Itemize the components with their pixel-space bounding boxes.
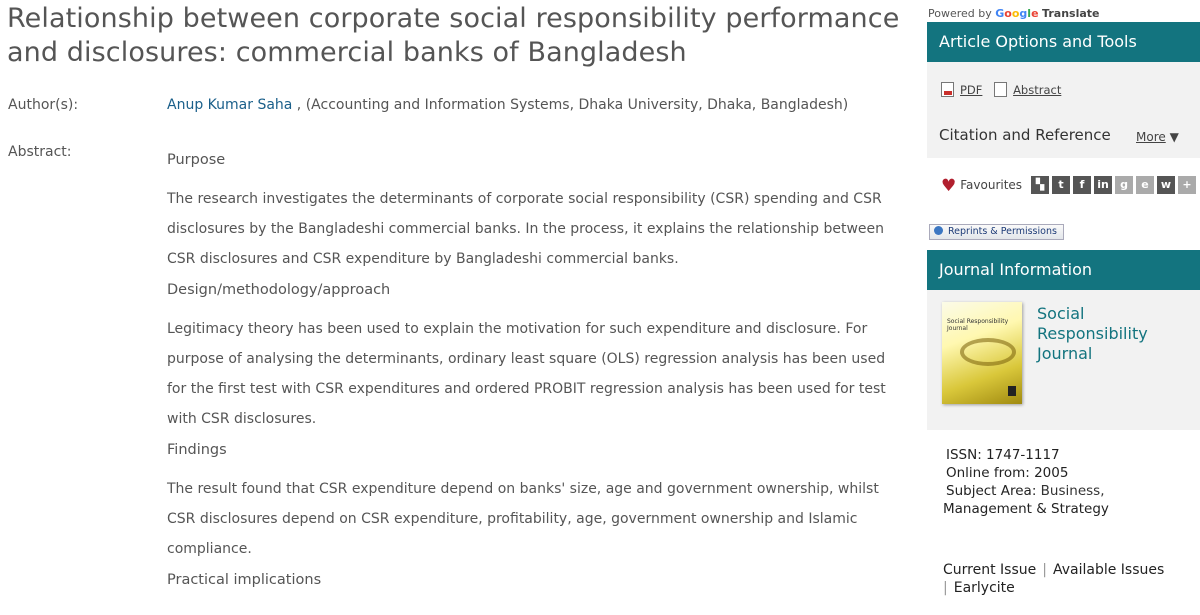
abstract-label: Abstract: — [8, 144, 72, 160]
cover-ring — [960, 338, 1016, 366]
subject-area-label: Subject Area: — [946, 483, 1037, 499]
twitter-icon[interactable]: t — [1052, 176, 1070, 194]
more-dropdown[interactable]: More ▼ — [1136, 130, 1179, 144]
abstract-link-label: Abstract — [1013, 83, 1062, 97]
google-logo: Google — [995, 7, 1039, 20]
favourites-label: Favourites — [960, 178, 1023, 192]
issn: ISSN: 1747-1117 — [946, 447, 1060, 463]
pdf-label: PDF — [960, 83, 983, 97]
document-icon — [994, 82, 1008, 97]
share-icons: ▚ t f in g e w + — [1031, 176, 1196, 194]
article-options-links: PDF Abstract — [941, 82, 1069, 97]
subject-area-value-2: Management & Strategy — [943, 501, 1109, 517]
abstract-link[interactable]: Abstract — [994, 82, 1062, 97]
linkedin-icon[interactable]: in — [1094, 176, 1112, 194]
cover-logo — [1008, 386, 1016, 396]
journal-name-link[interactable]: Social Responsibility Journal — [1037, 304, 1200, 364]
implications-heading: Practical implications — [167, 572, 322, 588]
subject-area: Subject Area: Business, — [946, 482, 1109, 500]
purpose-heading: Purpose — [167, 152, 226, 168]
article-title: Relationship between corporate social re… — [7, 3, 900, 68]
findings-text: The result found that CSR expenditure de… — [167, 481, 879, 557]
more-label[interactable]: More — [1136, 130, 1166, 144]
authors-line: Anup Kumar Saha , (Accounting and Inform… — [167, 97, 848, 113]
current-issue-link[interactable]: Current Issue — [943, 562, 1036, 578]
heart-icon: ♥ — [941, 176, 957, 196]
evernote-icon[interactable]: e — [1136, 176, 1154, 194]
journal-details: ISSN: 1747-1117 Online from: 2005 Subjec… — [943, 446, 1109, 518]
facebook-icon[interactable]: f — [1073, 176, 1091, 194]
powered-by-label: Powered by — [928, 7, 992, 20]
findings-heading: Findings — [167, 442, 227, 458]
purpose-text: The research investigates the determinan… — [167, 191, 885, 267]
journal-info-header: Journal Information — [927, 250, 1200, 290]
reprints-icon — [934, 226, 943, 235]
online-from: Online from: 2005 — [946, 465, 1069, 481]
pdf-link[interactable]: PDF — [941, 82, 983, 97]
caret-down-icon: ▼ — [1169, 130, 1179, 144]
cover-title: Social Responsibility Journal — [947, 318, 1009, 332]
journal-cover-image[interactable]: Social Responsibility Journal — [942, 302, 1022, 404]
article-options-header: Article Options and Tools — [927, 22, 1200, 62]
google-translate-widget[interactable]: Powered by Google Translate — [928, 7, 1099, 20]
subject-area-value: Business, — [1040, 483, 1105, 499]
issue-links: Current Issue | Available Issues | Earlycit… — [943, 561, 1164, 597]
favourites-button[interactable]: ♥ Favourites — [941, 176, 1022, 196]
weibo-icon[interactable]: w — [1157, 176, 1175, 194]
reprints-label: Reprints & Permissions — [948, 226, 1057, 237]
available-issues-link[interactable]: Available Issues — [1053, 562, 1164, 578]
author-affiliation: , (Accounting and Information Systems, D… — [292, 97, 849, 113]
sidebar: Powered by Google Translate Article Opti… — [926, 0, 1200, 615]
citation-heading: Citation and Reference — [939, 126, 1111, 144]
translate-label[interactable]: Translate — [1042, 7, 1099, 20]
reprints-permissions-button[interactable]: Reprints & Permissions — [929, 224, 1064, 240]
google-icon[interactable]: g — [1115, 176, 1133, 194]
abstract-body: Purpose The research investigates the de… — [167, 150, 897, 606]
earlycite-link[interactable]: Earlycite — [954, 580, 1015, 596]
article-main: Relationship between corporate social re… — [0, 0, 910, 615]
authors-label: Author(s): — [8, 97, 79, 113]
author-link[interactable]: Anup Kumar Saha — [167, 97, 292, 113]
pdf-icon — [941, 82, 954, 97]
add-more-icon[interactable]: + — [1178, 176, 1196, 194]
delicious-icon[interactable]: ▚ — [1031, 176, 1049, 194]
design-text: Legitimacy theory has been used to expla… — [167, 321, 886, 427]
design-heading: Design/methodology/approach — [167, 282, 391, 298]
divider: | — [1042, 562, 1047, 578]
divider: | — [943, 580, 948, 596]
